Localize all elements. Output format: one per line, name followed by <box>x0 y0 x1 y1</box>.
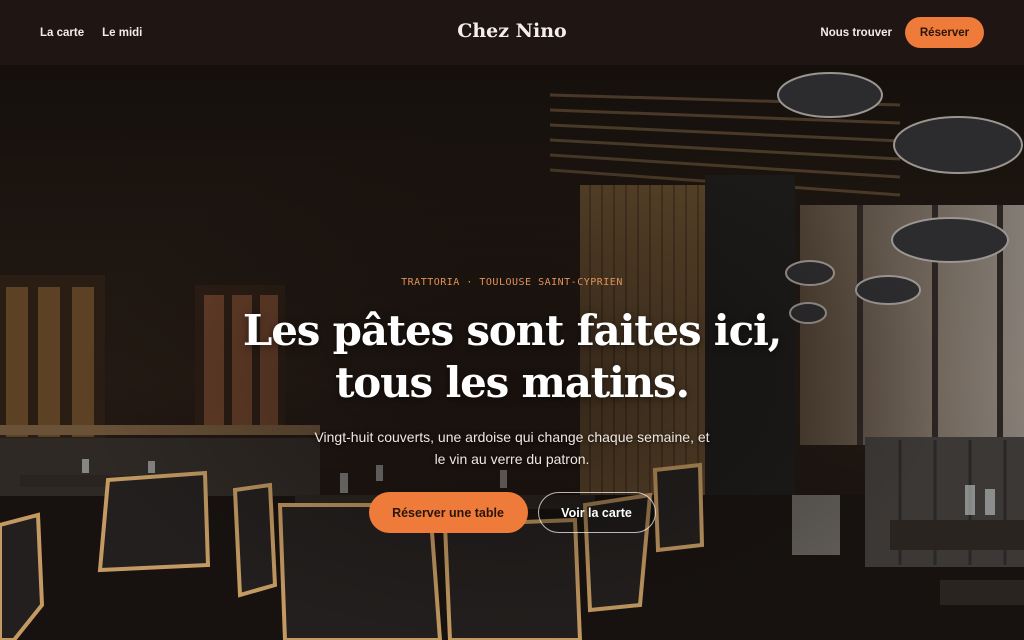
nav-link-la-carte[interactable]: La carte <box>40 27 84 39</box>
top-nav: La carte Le midi Chez Nino Nous trouver … <box>0 0 1024 65</box>
brand-logo[interactable]: Chez Nino <box>457 20 567 42</box>
nav-link-le-midi[interactable]: Le midi <box>102 27 142 39</box>
hero-subtitle: Vingt-huit couverts, une ardoise qui cha… <box>314 429 710 467</box>
nav-left: La carte Le midi <box>40 0 142 65</box>
hero-section: TRATTORIA · TOULOUSE SAINT-CYPRIEN Les p… <box>0 65 1024 640</box>
reserve-table-button[interactable]: Réserver une table <box>368 492 528 533</box>
nav-link-nous-trouver[interactable]: Nous trouver <box>820 27 892 39</box>
hero-eyebrow: TRATTORIA · TOULOUSE SAINT-CYPRIEN <box>401 277 623 288</box>
nav-right: Nous trouver Réserver <box>820 0 984 65</box>
reserve-button[interactable]: Réserver <box>905 17 984 48</box>
hero-title-line1: Les pâtes sont faites ici, <box>242 306 782 355</box>
hero-cta-group: Réserver une table Voir la carte <box>0 492 1024 533</box>
hero-title-line2: tous les matins. <box>335 358 690 407</box>
view-menu-button[interactable]: Voir la carte <box>537 492 656 533</box>
hero-title: Les pâtes sont faites ici, tous les mati… <box>0 305 1024 409</box>
